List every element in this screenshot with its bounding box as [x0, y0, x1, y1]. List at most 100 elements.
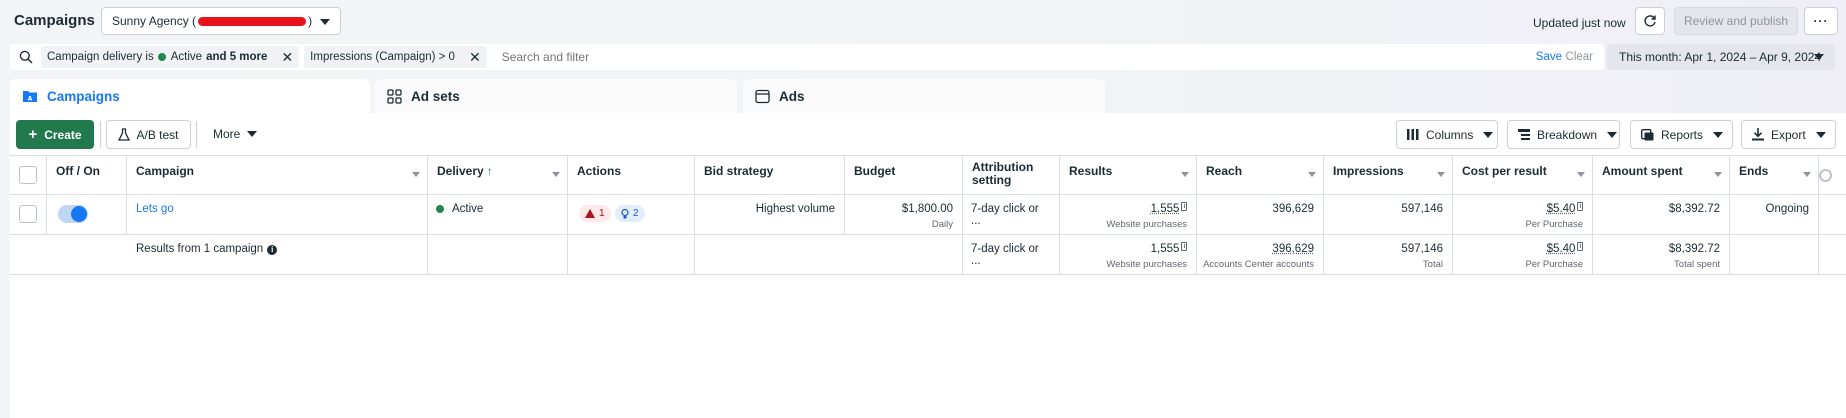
- filter-chip-label: Impressions (Campaign) > 0: [310, 51, 455, 63]
- summary-label-cell: Results from 1 campaign i: [127, 235, 428, 274]
- header-actions[interactable]: Actions: [568, 156, 695, 194]
- tab-ad-sets[interactable]: Ad sets: [375, 79, 737, 113]
- summary-cost-value[interactable]: $5.40: [1547, 243, 1576, 255]
- flask-icon: [118, 128, 131, 141]
- date-range-picker[interactable]: This month: Apr 1, 2024 – Apr 9, 2024: [1607, 44, 1835, 70]
- date-range-label: This month: Apr 1, 2024 – Apr 9, 2024: [1619, 50, 1822, 64]
- recommendations-badge[interactable]: 2: [615, 205, 645, 222]
- header-campaign[interactable]: Campaign: [127, 156, 428, 194]
- warning-icon: [585, 209, 595, 218]
- refresh-button[interactable]: [1635, 7, 1665, 35]
- chevron-down-icon: [1577, 172, 1585, 177]
- close-icon[interactable]: ✕: [469, 49, 481, 66]
- row-select-cell: [10, 195, 47, 234]
- chevron-down-icon: [247, 131, 258, 137]
- chevron-down-icon: [1714, 172, 1722, 177]
- account-selector[interactable]: Sunny Agency ( ): [101, 7, 341, 35]
- reports-button[interactable]: Reports: [1630, 120, 1733, 149]
- tab-ads[interactable]: Ads: [743, 79, 1105, 113]
- campaigns-panel: + Create A/B test More Columns Breakdown…: [10, 113, 1846, 418]
- summary-cost-type: Per Purchase: [1525, 259, 1583, 270]
- cost-value[interactable]: $5.40: [1547, 203, 1576, 215]
- header-attribution[interactable]: Attribution setting: [963, 156, 1060, 194]
- header-label: Results: [1069, 164, 1113, 178]
- header-results[interactable]: Results: [1060, 156, 1197, 194]
- table-toolbar: + Create A/B test More Columns Breakdown…: [10, 113, 1846, 155]
- info-icon[interactable]: i: [267, 245, 278, 255]
- attribution-cell: 7-day click or ...: [963, 195, 1060, 234]
- search-icon: [19, 50, 33, 64]
- header-label: Delivery: [437, 164, 484, 178]
- clear-filter-link[interactable]: Clear: [1566, 51, 1593, 63]
- ab-test-button[interactable]: A/B test: [106, 120, 191, 149]
- close-icon[interactable]: ✕: [281, 49, 293, 66]
- campaign-name-link[interactable]: Lets go: [136, 203, 174, 215]
- header-label: Cost per result: [1462, 164, 1547, 178]
- tab-label: Campaigns: [47, 88, 120, 104]
- summary-ends-cell: [1730, 235, 1819, 274]
- header-cost-per-result[interactable]: Cost per result: [1453, 156, 1593, 194]
- reports-icon: [1641, 128, 1654, 140]
- header-bid-strategy[interactable]: Bid strategy: [695, 156, 845, 194]
- sort-arrow-up-icon: ↑: [486, 164, 493, 178]
- export-button[interactable]: Export: [1741, 120, 1836, 149]
- results-value[interactable]: 1,555: [1151, 203, 1180, 215]
- actions-cell: 1 2: [568, 195, 695, 234]
- campaigns-icon: A: [23, 91, 37, 103]
- tab-label: Ads: [779, 88, 805, 104]
- column-settings-icon[interactable]: [1819, 169, 1832, 182]
- filter-chip-more: and 5 more: [206, 51, 268, 63]
- header-ends[interactable]: Ends: [1730, 156, 1819, 194]
- account-name: Sunny Agency (: [112, 14, 197, 28]
- columns-button[interactable]: Columns: [1396, 120, 1498, 149]
- row-checkbox[interactable]: [19, 205, 37, 223]
- info-icon: i: [1577, 242, 1583, 251]
- summary-reach-type: Accounts Center accounts: [1203, 259, 1314, 270]
- table-row[interactable]: Lets go Active 1 2 Highest volume $1,800…: [10, 195, 1846, 235]
- ab-test-label: A/B test: [136, 127, 179, 142]
- results-cell: 1,555 i Website purchases: [1060, 195, 1197, 234]
- budget-cell: $1,800.00 Daily: [845, 195, 963, 234]
- refresh-icon: [1644, 15, 1656, 27]
- header-off-on[interactable]: Off / On: [47, 156, 127, 194]
- summary-reach-cell: 396,629 Accounts Center accounts: [1197, 235, 1324, 274]
- info-icon: i: [1181, 202, 1187, 211]
- chevron-down-icon: [1308, 172, 1316, 177]
- header-budget[interactable]: Budget: [845, 156, 963, 194]
- impressions-cell: 597,146: [1324, 195, 1453, 234]
- summary-spacer: [10, 235, 127, 274]
- summary-reach-value[interactable]: 396,629: [1197, 243, 1314, 255]
- campaign-cell: Lets go: [127, 195, 428, 234]
- export-label: Export: [1771, 127, 1806, 142]
- ads-icon: [755, 89, 770, 103]
- header-impressions[interactable]: Impressions: [1324, 156, 1453, 194]
- header-label: Impressions: [1333, 164, 1404, 178]
- summary-row: Results from 1 campaign i 7-day click or …: [10, 235, 1846, 275]
- campaign-toggle[interactable]: [58, 205, 88, 223]
- columns-icon: [1407, 129, 1419, 140]
- filter-chip-delivery[interactable]: Campaign delivery is Active and 5 more ✕: [41, 46, 300, 68]
- tab-campaigns[interactable]: A Campaigns: [10, 79, 370, 113]
- header-amount-spent[interactable]: Amount spent: [1593, 156, 1730, 194]
- info-icon: i: [1577, 202, 1583, 211]
- save-filter-link[interactable]: Save: [1536, 51, 1562, 63]
- header-reach[interactable]: Reach: [1197, 156, 1324, 194]
- header-label: Amount spent: [1602, 164, 1683, 178]
- review-publish-button[interactable]: Review and publish: [1674, 7, 1798, 35]
- create-button[interactable]: + Create: [16, 120, 94, 149]
- summary-actions-cell: [568, 235, 695, 274]
- chevron-down-icon: [1181, 172, 1189, 177]
- breakdown-button[interactable]: Breakdown: [1507, 120, 1620, 149]
- warnings-badge[interactable]: 1: [579, 205, 611, 222]
- chevron-down-icon: [1814, 54, 1824, 60]
- summary-cost-cell: $5.40 i Per Purchase: [1453, 235, 1593, 274]
- plus-icon: +: [28, 126, 38, 143]
- more-options-button[interactable]: ···: [1804, 7, 1838, 35]
- search-input[interactable]: [501, 50, 1452, 64]
- more-menu-button[interactable]: More: [213, 127, 258, 141]
- off-on-cell: [47, 195, 127, 234]
- header-delivery[interactable]: Delivery ↑: [428, 156, 568, 194]
- ends-cell: Ongoing: [1730, 195, 1819, 234]
- filter-chip-impressions[interactable]: Impressions (Campaign) > 0 ✕: [304, 46, 487, 68]
- select-all-checkbox[interactable]: [19, 166, 37, 184]
